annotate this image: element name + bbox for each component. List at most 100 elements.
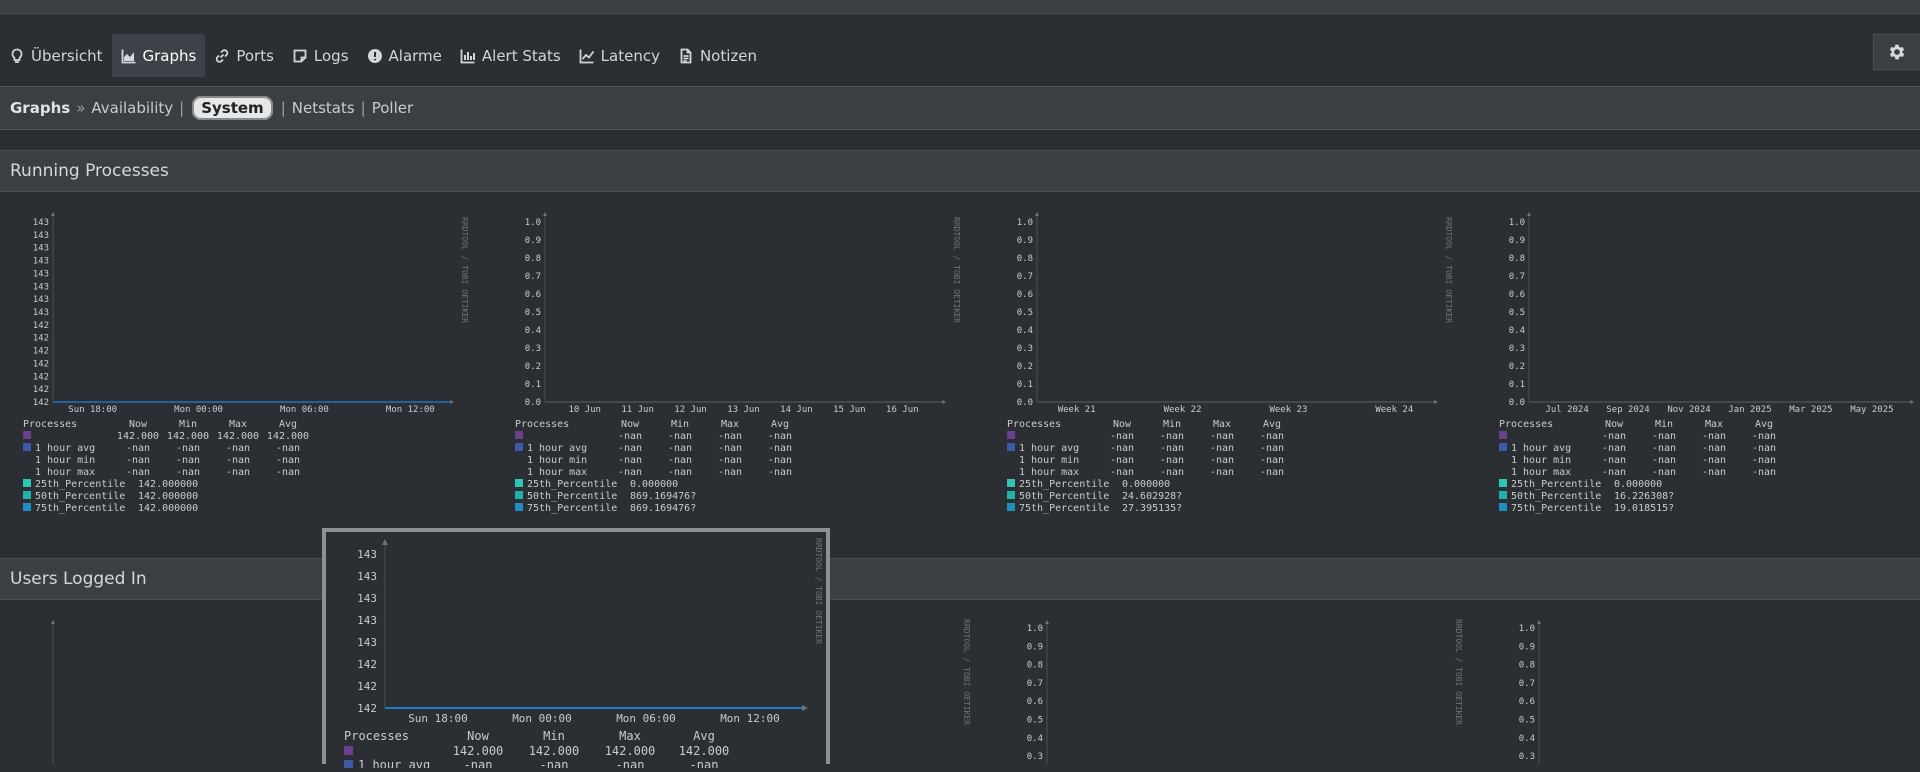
legend-row-label: 1 hour min xyxy=(1019,455,1079,466)
popup-x-tick-label: Sun 18:00 xyxy=(408,712,468,725)
legend-row-label: 1 hour max xyxy=(1019,467,1079,478)
nav-latency[interactable]: Latency xyxy=(570,34,669,77)
graph-running-processes[interactable]: 1.0 0.9 0.8 0.7 0.6 0.5 0.4 0.3 0.2 0.1 0.0 10 Jun 1… xyxy=(502,206,962,536)
y-tick-label: 0.6 xyxy=(1509,290,1525,300)
nav-notes[interactable]: Notizen xyxy=(669,34,766,77)
y-tick-label: 0.7 xyxy=(525,272,541,282)
panel-users-logged-in: Users Logged In xyxy=(0,558,1920,600)
y-axis-arrow xyxy=(1527,212,1531,216)
legend-value: -nan xyxy=(1602,431,1626,442)
legend-header: Avg xyxy=(1755,419,1773,430)
legend-value: -nan xyxy=(1602,443,1626,454)
nav-notes-label: Notizen xyxy=(699,46,758,65)
y-tick-label: 142 xyxy=(33,398,49,408)
legend-value: -nan xyxy=(1210,443,1234,454)
x-tick-label: Week 23 xyxy=(1269,405,1307,415)
legend-percentile-value: 0.000000 xyxy=(1614,479,1662,490)
y-tick-label: 143 xyxy=(33,295,49,305)
rrdtool-watermark: RRDTOOL / TOBI OETIKER xyxy=(460,217,469,323)
legend-value: -nan xyxy=(126,467,150,478)
panel-title: Users Logged In xyxy=(10,569,147,589)
graph-zoom-popup[interactable]: 143 143 143 143 143 142 142 142 Sun 18:00 Mon 00:… xyxy=(322,528,830,772)
nav-overview[interactable]: Übersicht xyxy=(0,34,112,77)
legend-header: Max xyxy=(1213,419,1231,430)
link-icon xyxy=(216,48,229,63)
settings-button[interactable] xyxy=(1873,34,1920,70)
legend-row-label: 1 hour max xyxy=(527,467,587,478)
graph-users-logged-in[interactable]: 1.00.90.80.70.60.50.40.3RRDTOOL / TOBI O… xyxy=(1004,614,1464,764)
legend-value: -nan xyxy=(1652,467,1676,478)
legend-value: -nan xyxy=(668,455,692,466)
legend-swatch xyxy=(515,479,523,487)
legend-value: -nan xyxy=(1702,467,1726,478)
subnav-availability[interactable]: Availability xyxy=(91,99,173,117)
subnav-lead: Graphs xyxy=(10,99,71,117)
y-tick-label: 0.9 xyxy=(1509,236,1525,246)
graph-running-processes[interactable]: 1.0 0.9 0.8 0.7 0.6 0.5 0.4 0.3 0.2 0.1 0.0 Week 21… xyxy=(994,206,1454,536)
nav-alarms[interactable]: Alarme xyxy=(358,34,451,77)
subnav-sep: | xyxy=(280,99,286,117)
nav-logs[interactable]: Logs xyxy=(283,34,358,77)
rrdtool-watermark: RRDTOOL / TOBI OETIKER xyxy=(952,217,961,323)
nav-graphs[interactable]: Graphs xyxy=(111,34,206,77)
x-tick-label: 15 Jun xyxy=(833,405,866,415)
legend-value: 142.000 xyxy=(117,431,159,442)
legend-swatch xyxy=(1007,431,1015,439)
y-tick-label: 0.8 xyxy=(1509,254,1525,264)
y-tick-label: 0.6 xyxy=(525,290,541,300)
legend-value: -nan xyxy=(668,431,692,442)
y-tick-label: 0.7 xyxy=(1027,679,1043,689)
graph-users-logged-in[interactable]: 1.00.90.80.70.60.50.40.3RRDTOOL / TOBI O… xyxy=(1496,614,1920,764)
nav-graphs-label: Graphs xyxy=(142,46,197,65)
y-tick-label: 0.0 xyxy=(1017,398,1033,408)
legend-value: -nan xyxy=(1210,431,1234,442)
subnav-netstats[interactable]: Netstats xyxy=(292,99,355,117)
y-tick-label: 0.5 xyxy=(1017,308,1033,318)
popup-legend-value: 142.000 xyxy=(453,744,504,758)
legend-row-label: 1 hour min xyxy=(35,455,95,466)
legend-value: -nan xyxy=(1260,431,1284,442)
x-axis-arrow xyxy=(942,400,946,404)
legend-value: -nan xyxy=(1702,431,1726,442)
y-tick-label: 0.3 xyxy=(1509,344,1525,354)
legend-swatch xyxy=(515,503,523,511)
legend-header: Processes xyxy=(1007,419,1061,430)
legend-value: -nan xyxy=(276,467,300,478)
y-tick-label: 0.7 xyxy=(1519,679,1535,689)
legend-row-label: 1 hour max xyxy=(1511,467,1571,478)
y-tick-label: 0.6 xyxy=(1017,290,1033,300)
legend-row-label: 1 hour max xyxy=(35,467,95,478)
legend-swatch xyxy=(1007,443,1015,451)
legend-percentile-value: 869.169476? xyxy=(630,491,696,502)
popup-legend-header: Processes xyxy=(344,729,409,743)
popup-legend-value: -nan xyxy=(690,758,719,768)
legend-value: -nan xyxy=(1110,455,1134,466)
legend-value: -nan xyxy=(618,443,642,454)
legend-value: -nan xyxy=(1260,467,1284,478)
note-icon xyxy=(293,49,307,62)
subnav-system[interactable]: System xyxy=(192,96,273,120)
subnav-poller[interactable]: Poller xyxy=(372,99,413,117)
legend-swatch xyxy=(515,491,523,499)
top-band xyxy=(0,0,1920,14)
legend-row-label: 1 hour avg xyxy=(35,443,95,454)
x-tick-label: May 2025 xyxy=(1850,405,1893,415)
y-tick-label: 142 xyxy=(33,321,49,331)
y-tick-label: 142 xyxy=(33,385,49,395)
nav-ports[interactable]: Ports xyxy=(205,34,283,77)
legend-percentile-label: 50th_Percentile xyxy=(35,491,125,502)
graph-running-processes[interactable]: 1.0 0.9 0.8 0.7 0.6 0.5 0.4 0.3 0.2 0.1 0.0 Jul 202… xyxy=(1486,206,1920,536)
legend-value: -nan xyxy=(1110,431,1134,442)
y-axis-arrow xyxy=(51,620,55,624)
y-tick-label: 142 xyxy=(33,359,49,369)
legend-header: Avg xyxy=(771,419,789,430)
y-tick-label: 0.7 xyxy=(1017,272,1033,282)
legend-swatch xyxy=(1499,431,1507,439)
y-tick-label: 0.4 xyxy=(1519,734,1535,744)
popup-y-tick-label: 143 xyxy=(357,636,377,649)
nav-alert-stats[interactable]: Alert Stats xyxy=(451,34,570,77)
y-axis-arrow xyxy=(543,212,547,216)
legend-value: -nan xyxy=(1752,443,1776,454)
legend-header: Min xyxy=(1163,419,1181,430)
graph-running-processes[interactable]: 143 143 143 143 143 143 143 143 142 142 142 142 142 1… xyxy=(10,206,470,536)
